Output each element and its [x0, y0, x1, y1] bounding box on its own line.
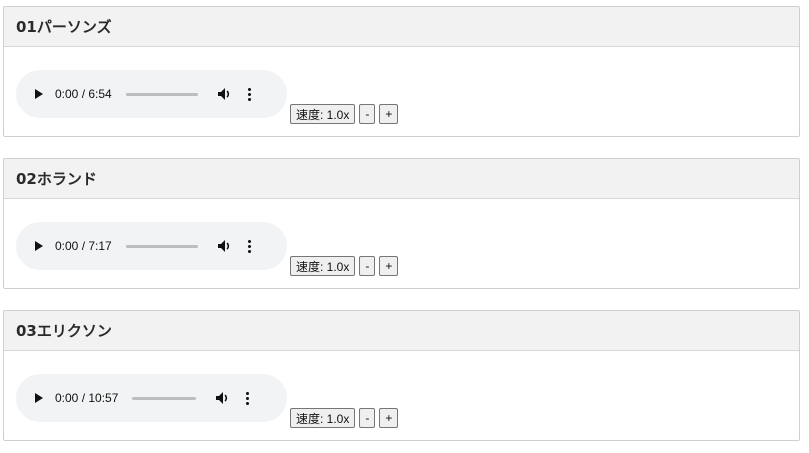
- track-card: 01パーソンズ 0:00 / 6:54 速度: 1.0x - +: [3, 6, 800, 137]
- track-title: 02ホランド: [4, 159, 799, 199]
- speed-increase-button[interactable]: +: [379, 104, 399, 124]
- volume-icon[interactable]: [217, 87, 234, 101]
- play-icon[interactable]: [35, 241, 43, 251]
- volume-icon[interactable]: [216, 391, 232, 405]
- track-title: 03エリクソン: [4, 311, 799, 351]
- progress-slider[interactable]: [125, 92, 198, 96]
- speed-decrease-button[interactable]: -: [359, 256, 376, 276]
- speed-increase-button[interactable]: +: [379, 256, 399, 276]
- more-vertical-icon[interactable]: [246, 391, 250, 405]
- volume-icon[interactable]: [217, 239, 234, 253]
- speed-button[interactable]: 速度: 1.0x: [290, 104, 356, 124]
- speed-decrease-button[interactable]: -: [359, 104, 376, 124]
- track-card: 03エリクソン 0:00 / 10:57 速度: 1.0x - +: [3, 310, 800, 441]
- play-icon[interactable]: [35, 393, 43, 403]
- time-display: 0:00 / 10:57: [55, 391, 119, 405]
- play-icon[interactable]: [35, 89, 43, 99]
- progress-slider[interactable]: [132, 396, 197, 400]
- more-vertical-icon[interactable]: [247, 87, 252, 101]
- speed-button[interactable]: 速度: 1.0x: [290, 256, 356, 276]
- speed-controls: 速度: 1.0x - +: [290, 104, 399, 124]
- speed-controls: 速度: 1.0x - +: [290, 256, 399, 276]
- time-display: 0:00 / 6:54: [55, 87, 112, 101]
- audio-player[interactable]: 0:00 / 7:17: [16, 222, 287, 270]
- audio-player[interactable]: 0:00 / 10:57: [16, 374, 287, 422]
- speed-button[interactable]: 速度: 1.0x: [290, 408, 356, 428]
- speed-increase-button[interactable]: +: [379, 408, 399, 428]
- progress-slider[interactable]: [125, 244, 198, 248]
- speed-decrease-button[interactable]: -: [359, 408, 376, 428]
- time-display: 0:00 / 7:17: [55, 239, 112, 253]
- audio-player[interactable]: 0:00 / 6:54: [16, 70, 287, 118]
- more-vertical-icon[interactable]: [247, 239, 252, 253]
- speed-controls: 速度: 1.0x - +: [290, 408, 399, 428]
- track-card: 02ホランド 0:00 / 7:17 速度: 1.0x - +: [3, 158, 800, 289]
- track-title: 01パーソンズ: [4, 7, 799, 47]
